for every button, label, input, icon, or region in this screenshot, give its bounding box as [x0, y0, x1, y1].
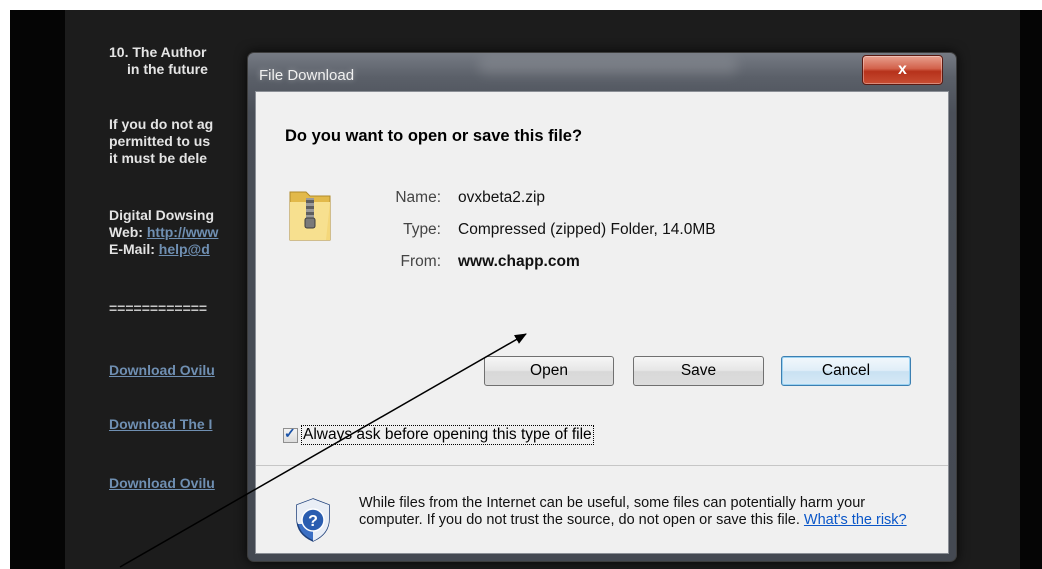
- whats-the-risk-link[interactable]: What's the risk?: [804, 512, 907, 528]
- type-label: Type:: [403, 221, 441, 238]
- from-label: From:: [400, 253, 441, 270]
- bg-text-line: it must be dele: [109, 150, 208, 166]
- bg-web-link[interactable]: http://www: [147, 224, 219, 240]
- warning-body: While files from the Internet can be use…: [359, 495, 866, 528]
- name-label: Name:: [395, 189, 441, 206]
- bg-text-line: Digital Dowsing: [109, 207, 214, 223]
- bg-text-line: in the future: [127, 61, 208, 77]
- security-shield-icon: ?: [296, 498, 330, 542]
- always-ask-checkbox-row[interactable]: ✓ Always ask before opening this type of…: [283, 425, 594, 445]
- bg-text-line: If you do not ag: [109, 116, 214, 132]
- dialog-title: File Download: [259, 67, 355, 84]
- file-type-value: Compressed (zipped) Folder, 14.0MB: [458, 221, 716, 238]
- bg-download-link[interactable]: Download Ovilu: [109, 362, 215, 379]
- save-button[interactable]: Save: [633, 356, 764, 386]
- dialog-question: Do you want to open or save this file?: [285, 127, 583, 145]
- dialog-body: Do you want to open or save this file? N…: [255, 91, 949, 554]
- always-ask-label[interactable]: Always ask before opening this type of f…: [301, 425, 594, 445]
- bg-email-label: E-Mail:: [109, 241, 159, 257]
- svg-text:?: ?: [308, 513, 318, 530]
- close-button[interactable]: x: [862, 55, 943, 85]
- bg-separator: ============: [109, 300, 208, 316]
- bg-text-line: permitted to us: [109, 133, 211, 149]
- security-warning-text: While files from the Internet can be use…: [359, 495, 919, 529]
- open-button[interactable]: Open: [484, 356, 614, 386]
- file-name-value: ovxbeta2.zip: [458, 189, 546, 206]
- bg-text-line: 10. The Author: [109, 44, 207, 60]
- file-source-value: www.chapp.com: [458, 253, 580, 270]
- bg-download-link[interactable]: Download The I: [109, 416, 212, 433]
- checkmark-icon: ✓: [284, 424, 296, 441]
- bg-email-link[interactable]: help@d: [159, 241, 210, 257]
- close-icon: x: [898, 61, 907, 78]
- file-download-dialog: File Download x Do you want to open or s…: [247, 52, 957, 562]
- bg-web-label: Web:: [109, 224, 147, 240]
- divider: [256, 465, 948, 466]
- always-ask-checkbox[interactable]: ✓: [283, 424, 298, 443]
- bg-web-line: Web: http://www: [109, 224, 218, 241]
- title-bar-glow: [478, 57, 738, 75]
- bg-email-line: E-Mail: help@d: [109, 241, 210, 258]
- cancel-button[interactable]: Cancel: [781, 356, 911, 386]
- bg-download-link[interactable]: Download Ovilu: [109, 475, 215, 492]
